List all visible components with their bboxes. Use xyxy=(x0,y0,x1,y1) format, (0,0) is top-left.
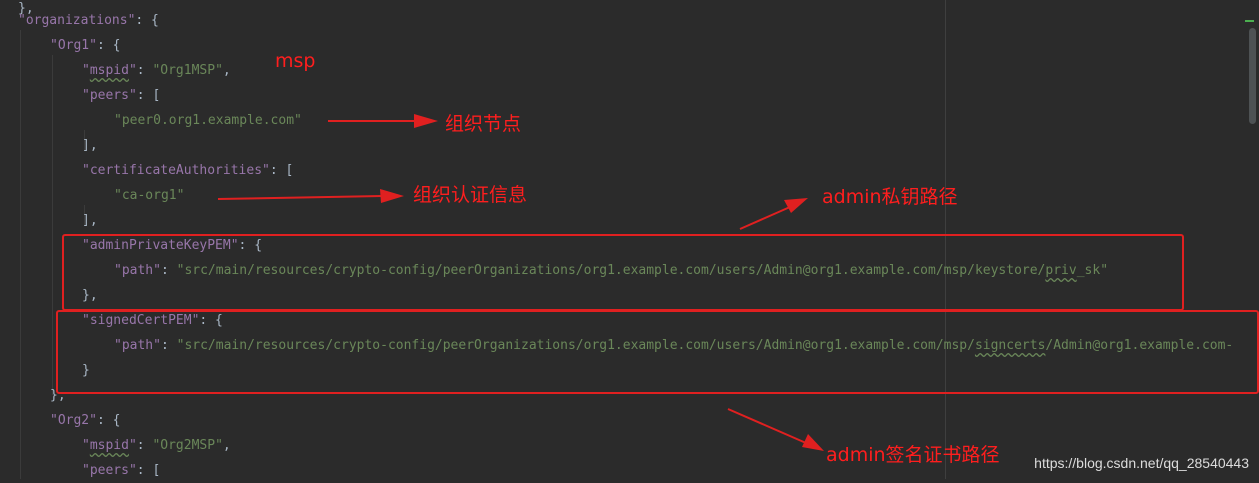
json-string: ca-org1 xyxy=(121,188,177,203)
code-line[interactable]: "peer0.org1.example.com" xyxy=(114,108,302,133)
code-line[interactable]: "ca-org1" xyxy=(114,183,184,208)
annotation-org-auth: 组织认证信息 xyxy=(413,184,528,206)
annotation-msp: msp xyxy=(275,50,316,72)
json-key: peers xyxy=(89,463,129,478)
json-key: peers xyxy=(89,88,129,103)
inspection-ok-marker xyxy=(1245,20,1254,22)
watermark: https://blog.csdn.net/qq_28540443 xyxy=(1034,455,1249,471)
indent-guide xyxy=(52,55,53,395)
highlight-box-admin-key xyxy=(62,234,1184,311)
json-key: mspid xyxy=(89,63,129,78)
indent-guide xyxy=(20,30,21,479)
annotation-org-node: 组织节点 xyxy=(445,113,522,135)
code-line[interactable]: "certificateAuthorities": [ xyxy=(82,158,293,183)
json-key: Org2 xyxy=(57,413,90,428)
vertical-scrollbar[interactable] xyxy=(1245,0,1259,479)
json-key: mspid xyxy=(89,438,129,453)
code-line[interactable]: ], xyxy=(82,208,98,233)
code-line[interactable]: "Org1": { xyxy=(50,33,120,58)
code-line[interactable]: "peers": [ xyxy=(82,458,160,483)
json-key: certificateAuthorities xyxy=(89,163,263,178)
json-string: Org2MSP xyxy=(160,438,216,453)
code-line[interactable]: "Org2": { xyxy=(50,408,120,433)
scrollbar-thumb[interactable] xyxy=(1249,28,1256,124)
code-line[interactable]: "peers": [ xyxy=(82,83,160,108)
json-string: peer0.org1.example.com xyxy=(121,113,295,128)
code-line[interactable]: "mspid": "Org1MSP", xyxy=(82,58,231,83)
code-line[interactable]: "organizations": { xyxy=(18,8,159,33)
code-line[interactable]: ], xyxy=(82,133,98,158)
json-key: Org1 xyxy=(57,38,90,53)
code-line[interactable]: "mspid": "Org2MSP", xyxy=(82,433,231,458)
json-string: Org1MSP xyxy=(160,63,216,78)
annotation-admin-key: admin私钥路径 xyxy=(822,186,958,208)
json-key: organizations xyxy=(25,13,128,28)
annotation-admin-cert: admin签名证书路径 xyxy=(826,444,1000,466)
highlight-box-signed-cert xyxy=(56,310,1259,394)
